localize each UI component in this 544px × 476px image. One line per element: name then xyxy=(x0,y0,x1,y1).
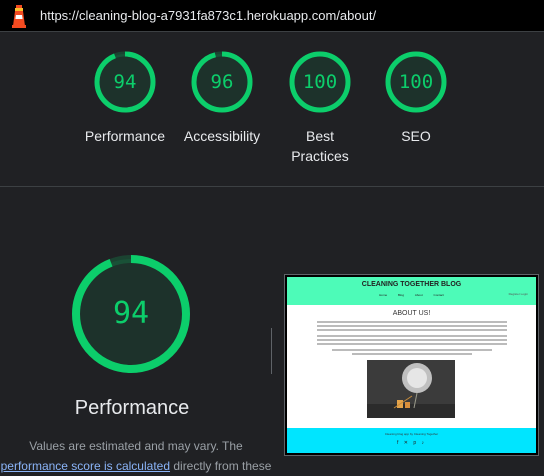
performance-main-score: 94 xyxy=(112,296,150,331)
section-divider xyxy=(0,186,544,187)
best-practices-score: 100 xyxy=(302,71,338,93)
screenshot-heading: ABOUT US! xyxy=(392,310,431,317)
screenshot-text-line xyxy=(317,339,507,341)
seo-score: 100 xyxy=(398,71,434,93)
performance-title: Performance xyxy=(74,397,190,419)
performance-gauge[interactable]: 94 xyxy=(93,50,157,114)
screenshot-brand: CLEANING TOGETHER BLOG xyxy=(361,281,462,288)
seo-gauge[interactable]: 100 xyxy=(384,50,448,114)
screenshot-text-line xyxy=(317,335,507,337)
screenshot-nav-links: Home Blog About Contact xyxy=(287,293,536,297)
accessibility-score: 96 xyxy=(210,71,234,93)
url-bar: https://cleaning-blog-a7931fa873c1.herok… xyxy=(0,0,544,32)
screenshot-text-line xyxy=(317,343,507,345)
performance-score: 94 xyxy=(113,71,137,93)
screenshot-text-line xyxy=(352,353,472,355)
accessibility-label: Accessibility xyxy=(183,128,261,144)
accessibility-gauge[interactable]: 96 xyxy=(190,50,254,114)
page-url[interactable]: https://cleaning-blog-a7931fa873c1.herok… xyxy=(40,8,376,23)
facebook-icon: f xyxy=(396,440,401,446)
seo-label: SEO xyxy=(401,128,431,144)
x-icon: ✕ xyxy=(403,440,410,446)
screenshot-footer: Cleaning blog app by Cleaning Together f… xyxy=(287,428,536,453)
screenshot-nav-link: Blog xyxy=(397,293,404,297)
screenshot-text-line xyxy=(317,325,507,327)
vertical-separator xyxy=(271,328,272,374)
best-practices-gauge[interactable]: 100 xyxy=(288,50,352,114)
screenshot-text-line xyxy=(317,321,507,323)
score-note-line2: performance score is calculated directly… xyxy=(0,456,272,476)
screenshot-text-line xyxy=(317,329,507,331)
screenshot-dandelion-image xyxy=(367,360,455,418)
performance-label: Performance xyxy=(84,128,166,144)
dandelion-picture xyxy=(367,360,455,418)
score-note-line1: Values are estimated and may vary. The xyxy=(29,439,243,453)
page-screenshot[interactable]: CLEANING TOGETHER BLOG Home Blog About C… xyxy=(284,274,539,456)
score-note: Values are estimated and may vary. The p… xyxy=(0,436,272,476)
screenshot-text-line xyxy=(332,349,492,351)
score-note-line2-rest: directly from these xyxy=(170,459,272,473)
screenshot-navbar: CLEANING TOGETHER BLOG Home Blog About C… xyxy=(287,277,536,305)
score-calculator-link[interactable]: performance score is calculated xyxy=(1,459,170,473)
best-practices-label: Best Practices xyxy=(291,128,349,164)
performance-main-gauge: 94 xyxy=(70,253,192,375)
screenshot-register: Register Login xyxy=(508,292,528,296)
pinterest-icon: p xyxy=(413,440,419,446)
screenshot-footer-text: Cleaning blog app by Cleaning Together xyxy=(384,432,439,436)
tiktok-icon: ♪ xyxy=(421,440,427,446)
screenshot-nav-link: About xyxy=(414,293,423,297)
lighthouse-icon xyxy=(12,5,26,28)
screenshot-nav-link: Home xyxy=(379,293,388,297)
screenshot-nav-link: Contact xyxy=(433,293,444,297)
social-icons: f ✕ p ♪ xyxy=(287,440,536,446)
